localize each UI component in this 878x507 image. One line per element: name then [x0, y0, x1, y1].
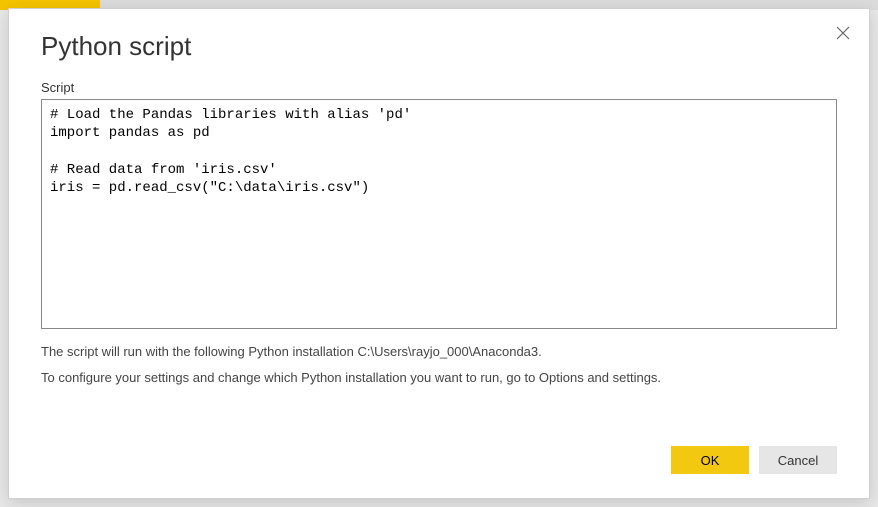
close-icon	[836, 26, 850, 40]
configure-info: To configure your settings and change wh…	[41, 367, 837, 389]
cancel-button[interactable]: Cancel	[759, 446, 837, 474]
dialog-title: Python script	[41, 31, 837, 62]
dialog-body: Script The script will run with the foll…	[9, 72, 869, 428]
ok-button[interactable]: OK	[671, 446, 749, 474]
dialog-footer: OK Cancel	[9, 428, 869, 498]
python-script-dialog: Python script Script The script will run…	[8, 8, 870, 499]
dialog-header: Python script	[9, 9, 869, 72]
close-button[interactable]	[833, 23, 853, 43]
app-backdrop: Python script Script The script will run…	[0, 0, 878, 507]
install-path-info: The script will run with the following P…	[41, 341, 837, 363]
script-input[interactable]	[41, 99, 837, 329]
script-label: Script	[41, 80, 837, 95]
